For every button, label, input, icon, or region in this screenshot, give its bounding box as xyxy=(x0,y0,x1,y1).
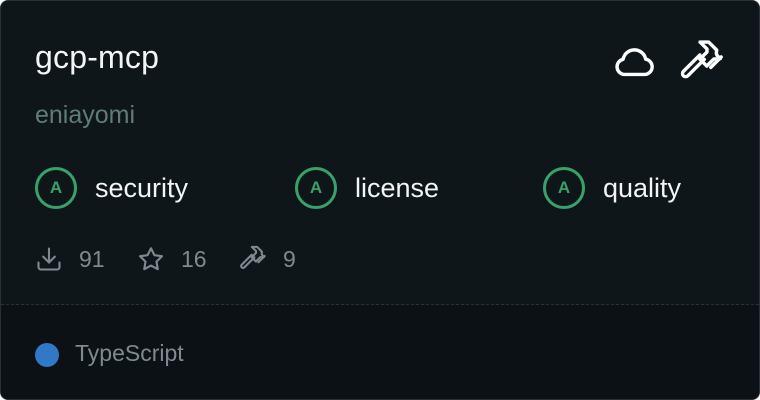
tools-count: 9 xyxy=(283,245,296,272)
header-icons xyxy=(611,39,725,85)
language-name: TypeScript xyxy=(75,340,184,366)
server-author[interactable]: eniayomi xyxy=(35,99,135,131)
server-name[interactable]: gcp-mcp xyxy=(35,37,159,77)
grade-badge: A xyxy=(35,167,77,209)
cloud-icon xyxy=(615,48,654,77)
grade-quality[interactable]: A quality xyxy=(543,164,681,212)
card-body: gcp-mcp eniayomi A security A license A xyxy=(1,1,759,304)
hammer-icon xyxy=(680,40,723,79)
grade-label: license xyxy=(355,172,440,203)
downloads-count: 91 xyxy=(79,245,105,272)
stat-tools: 9 xyxy=(239,241,296,277)
stars-count: 16 xyxy=(181,245,207,272)
language-color-dot xyxy=(35,343,59,367)
grade-license[interactable]: A license xyxy=(295,164,439,212)
hammer-icon xyxy=(240,245,266,269)
server-card[interactable]: gcp-mcp eniayomi A security A license A xyxy=(0,0,760,400)
grade-security[interactable]: A security xyxy=(35,164,188,212)
grade-badge: A xyxy=(295,167,337,209)
grade-label: security xyxy=(95,172,189,203)
grade-label: quality xyxy=(603,172,682,203)
card-footer: TypeScript xyxy=(1,305,759,399)
grade-badge: A xyxy=(543,167,585,209)
stat-stars: 16 xyxy=(137,241,207,277)
star-icon xyxy=(138,247,164,271)
stat-downloads: 91 xyxy=(35,241,105,277)
download-icon xyxy=(37,247,61,271)
